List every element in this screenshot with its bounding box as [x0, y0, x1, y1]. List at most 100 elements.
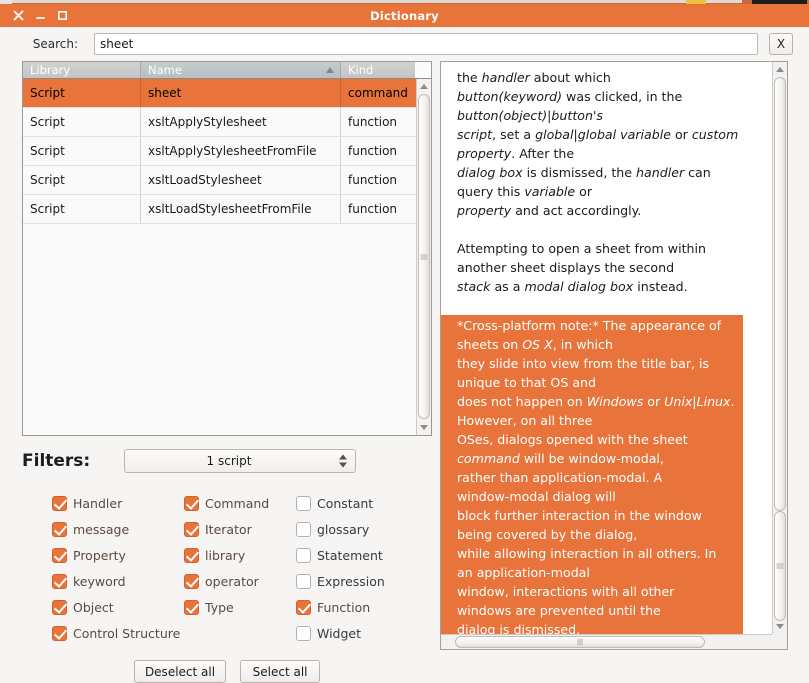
column-header-library[interactable]: Library [23, 62, 141, 78]
table-row[interactable]: Script xsltApplyStylesheet function [23, 108, 431, 137]
doc-line: Attempting to open a sheet from within [457, 241, 706, 256]
maximize-icon[interactable] [56, 9, 69, 22]
checkbox-unchecked-icon [296, 495, 311, 511]
stepper-up-icon[interactable] [339, 454, 347, 460]
scroll-right-icon[interactable] [757, 635, 772, 649]
documentation-text[interactable]: the handler about which button(keyword) … [441, 62, 773, 634]
list-header-row: Library Name Kind [23, 62, 431, 79]
doc-line: button(object)|button's [457, 108, 603, 123]
doc-line: dialog box is dismissed, the handler can [457, 165, 711, 180]
filter-label: operator [205, 573, 259, 589]
checkbox-checked-icon [52, 521, 67, 537]
close-icon[interactable] [12, 9, 25, 22]
filter-label: Iterator [205, 521, 252, 537]
results-list: Library Name Kind Script sheet command S… [22, 61, 432, 436]
deselect-all-button[interactable]: Deselect all [133, 660, 227, 683]
doc-line: button(keyword) was clicked, in the [457, 89, 683, 104]
desktop-segment-panel [12, 0, 742, 3]
checkbox-checked-icon [52, 599, 67, 615]
doc-line: sheets on OS X, in which [457, 337, 613, 352]
filter-label: library [205, 547, 246, 563]
filter-label: Control Structure [73, 625, 181, 641]
minimize-icon[interactable] [34, 9, 47, 22]
column-header-library-label: Library [30, 63, 71, 77]
filter-label: Handler [73, 495, 123, 511]
title-bar[interactable]: Dictionary [0, 4, 809, 27]
resize-grip[interactable] [772, 634, 787, 649]
documentation-horizontal-scrollbar[interactable] [441, 634, 772, 649]
cell-kind: command [348, 86, 408, 100]
column-header-kind[interactable]: Kind [341, 62, 415, 78]
doc-line: an application-modal [457, 565, 590, 580]
checkbox-checked-icon [184, 573, 199, 589]
filter-checkbox-expression[interactable]: Expression [296, 568, 432, 594]
filter-checkbox-object[interactable]: Object [52, 594, 184, 620]
checkbox-checked-icon [296, 599, 311, 615]
stepper-down-icon[interactable] [339, 462, 347, 468]
filter-checkbox-statement[interactable]: Statement [296, 542, 432, 568]
table-row[interactable]: Script xsltLoadStylesheet function [23, 166, 431, 195]
filter-checkbox-keyword[interactable]: keyword [52, 568, 184, 594]
doc-line: windows are prevented until the [457, 603, 661, 618]
filter-checkbox-type[interactable]: Type [184, 594, 296, 620]
scroll-left-icon[interactable] [441, 635, 456, 649]
scroll-down-icon[interactable] [417, 420, 431, 435]
checkbox-checked-icon [52, 625, 67, 641]
doc-line: stack as a modal dialog box instead. [457, 279, 688, 294]
table-row[interactable]: Script xsltLoadStylesheetFromFile functi… [23, 195, 431, 224]
doc-hscrollbar-thumb[interactable] [455, 636, 705, 648]
cell-name: xsltLoadStylesheet [141, 166, 341, 194]
cell-name: sheet [141, 79, 341, 107]
filter-checkbox-operator[interactable]: operator [184, 568, 296, 594]
filter-checkbox-library[interactable]: library [184, 542, 296, 568]
select-all-button[interactable]: Select all [240, 660, 321, 683]
table-row[interactable]: Script sheet command [23, 79, 431, 108]
filter-checkbox-glossary[interactable]: glossary [296, 516, 432, 542]
scroll-up-icon[interactable] [773, 62, 787, 77]
search-input[interactable] [94, 33, 758, 55]
filter-checkbox-message[interactable]: message [52, 516, 184, 542]
filter-checkbox-widget[interactable]: Widget [296, 620, 432, 646]
filter-checkbox-command[interactable]: Command [184, 490, 296, 516]
filter-checkbox-control-structure[interactable]: Control Structure [52, 620, 296, 646]
filter-checkbox-iterator[interactable]: Iterator [184, 516, 296, 542]
filter-checkbox-property[interactable]: Property [52, 542, 184, 568]
list-vertical-scrollbar[interactable] [416, 79, 431, 435]
filter-label: Property [73, 547, 126, 563]
doc-line: window-modal dialog will [457, 489, 616, 504]
filter-label: Expression [317, 573, 385, 589]
doc-line: the handler about which [457, 70, 611, 85]
filter-checkbox-handler[interactable]: Handler [52, 490, 184, 516]
doc-line: command will be window-modal, [457, 451, 664, 466]
checkbox-checked-icon [52, 547, 67, 563]
doc-paragraph-1: the handler about which button(keyword) … [457, 68, 769, 220]
clear-search-button[interactable]: X [769, 33, 793, 55]
cell-library: Script [23, 137, 141, 165]
scroll-down-icon[interactable] [773, 619, 787, 634]
filter-label: keyword [73, 573, 126, 589]
cell-kind: function [348, 115, 398, 129]
checkbox-unchecked-icon [296, 547, 311, 563]
highlighted-note-block: *Cross-platform note:* The appearance of… [441, 315, 743, 634]
doc-scrollbar-thumb-upper[interactable] [774, 77, 786, 511]
spinner-stepper[interactable] [339, 454, 347, 468]
checkbox-checked-icon [184, 547, 199, 563]
column-header-name[interactable]: Name [141, 62, 341, 78]
list-scrollbar-thumb[interactable] [418, 94, 430, 419]
filter-action-buttons: Deselect all Select all [22, 660, 432, 683]
script-count-spinner[interactable]: 1 script [124, 449, 356, 473]
scrollbar-grip [776, 563, 784, 569]
doc-line: query this variable or [457, 184, 593, 199]
cell-library: Script [23, 195, 141, 223]
cell-name: xsltApplyStylesheet [141, 108, 341, 136]
scroll-up-icon[interactable] [417, 79, 431, 94]
documentation-vertical-scrollbar[interactable] [772, 62, 787, 634]
cell-library: Script [23, 79, 141, 107]
doc-scrollbar-thumb[interactable] [774, 511, 786, 621]
filter-checkbox-grid: Handler Command Constant message Iterato… [22, 490, 432, 646]
checkbox-checked-icon [52, 495, 67, 511]
filter-checkbox-function[interactable]: Function [296, 594, 432, 620]
table-row[interactable]: Script xsltApplyStylesheetFromFile funct… [23, 137, 431, 166]
filter-label: Object [73, 599, 114, 615]
filter-checkbox-constant[interactable]: Constant [296, 490, 432, 516]
